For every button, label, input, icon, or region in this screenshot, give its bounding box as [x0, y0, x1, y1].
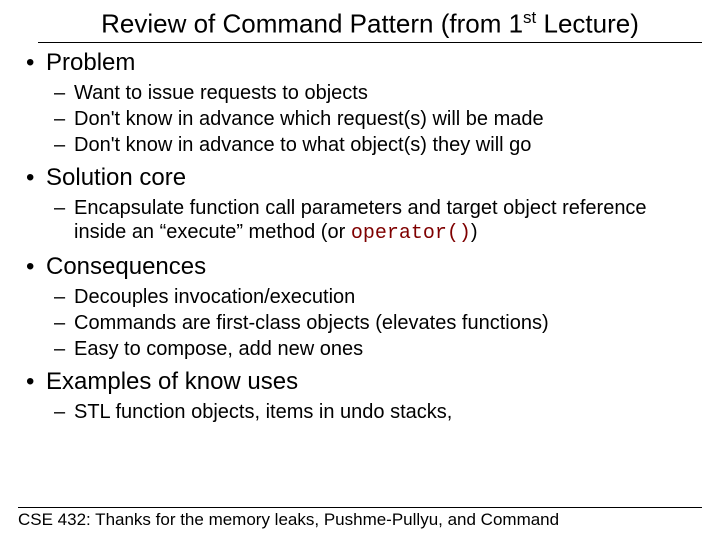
list-item: –Don't know in advance to what object(s)… — [54, 133, 702, 157]
title-pre: Review of Command Pattern (from 1 — [101, 9, 523, 39]
item-text: STL function objects, items in undo stac… — [74, 400, 702, 424]
item-text: Don't know in advance to what object(s) … — [74, 133, 702, 157]
item-text: Encapsulate function call parameters and… — [74, 196, 702, 247]
item-text: Commands are first-class objects (elevat… — [74, 311, 702, 335]
item-text: Don't know in advance which request(s) w… — [74, 107, 702, 131]
slide-title: Review of Command Pattern (from 1st Lect… — [38, 8, 702, 43]
list-item: –Encapsulate function call parameters an… — [54, 196, 702, 247]
list-item: –Want to issue requests to objects — [54, 81, 702, 105]
slide-footer: CSE 432: Thanks for the memory leaks, Pu… — [18, 507, 702, 530]
dash-icon: – — [54, 311, 74, 335]
item-text: Easy to compose, add new ones — [74, 337, 702, 361]
list-item: –Commands are first-class objects (eleva… — [54, 311, 702, 335]
title-sup: st — [523, 8, 536, 27]
dash-icon: – — [54, 81, 74, 105]
code-snippet: operator() — [351, 222, 471, 245]
bullet-consequences: • Consequences — [24, 253, 702, 281]
list-item: –Don't know in advance which request(s) … — [54, 107, 702, 131]
list-item: –Decouples invocation/execution — [54, 285, 702, 309]
heading-consequences: Consequences — [46, 253, 206, 281]
heading-problem: Problem — [46, 49, 135, 77]
bullet-dot-icon: • — [24, 49, 46, 77]
bullet-dot-icon: • — [24, 253, 46, 281]
dash-icon: – — [54, 196, 74, 247]
list-item: –Easy to compose, add new ones — [54, 337, 702, 361]
dash-icon: – — [54, 400, 74, 424]
item-text: Decouples invocation/execution — [74, 285, 702, 309]
heading-examples: Examples of know uses — [46, 368, 298, 396]
dash-icon: – — [54, 133, 74, 157]
dash-icon: – — [54, 337, 74, 361]
item-text: Want to issue requests to objects — [74, 81, 702, 105]
bullet-dot-icon: • — [24, 164, 46, 192]
item-post: ) — [471, 221, 478, 243]
bullet-solution: • Solution core — [24, 164, 702, 192]
bullet-examples: • Examples of know uses — [24, 368, 702, 396]
heading-solution: Solution core — [46, 164, 186, 192]
dash-icon: – — [54, 107, 74, 131]
title-post: Lecture) — [536, 9, 639, 39]
list-item: –STL function objects, items in undo sta… — [54, 400, 702, 424]
bullet-problem: • Problem — [24, 49, 702, 77]
bullet-dot-icon: • — [24, 368, 46, 396]
slide-content: • Problem –Want to issue requests to obj… — [18, 49, 702, 425]
dash-icon: – — [54, 285, 74, 309]
